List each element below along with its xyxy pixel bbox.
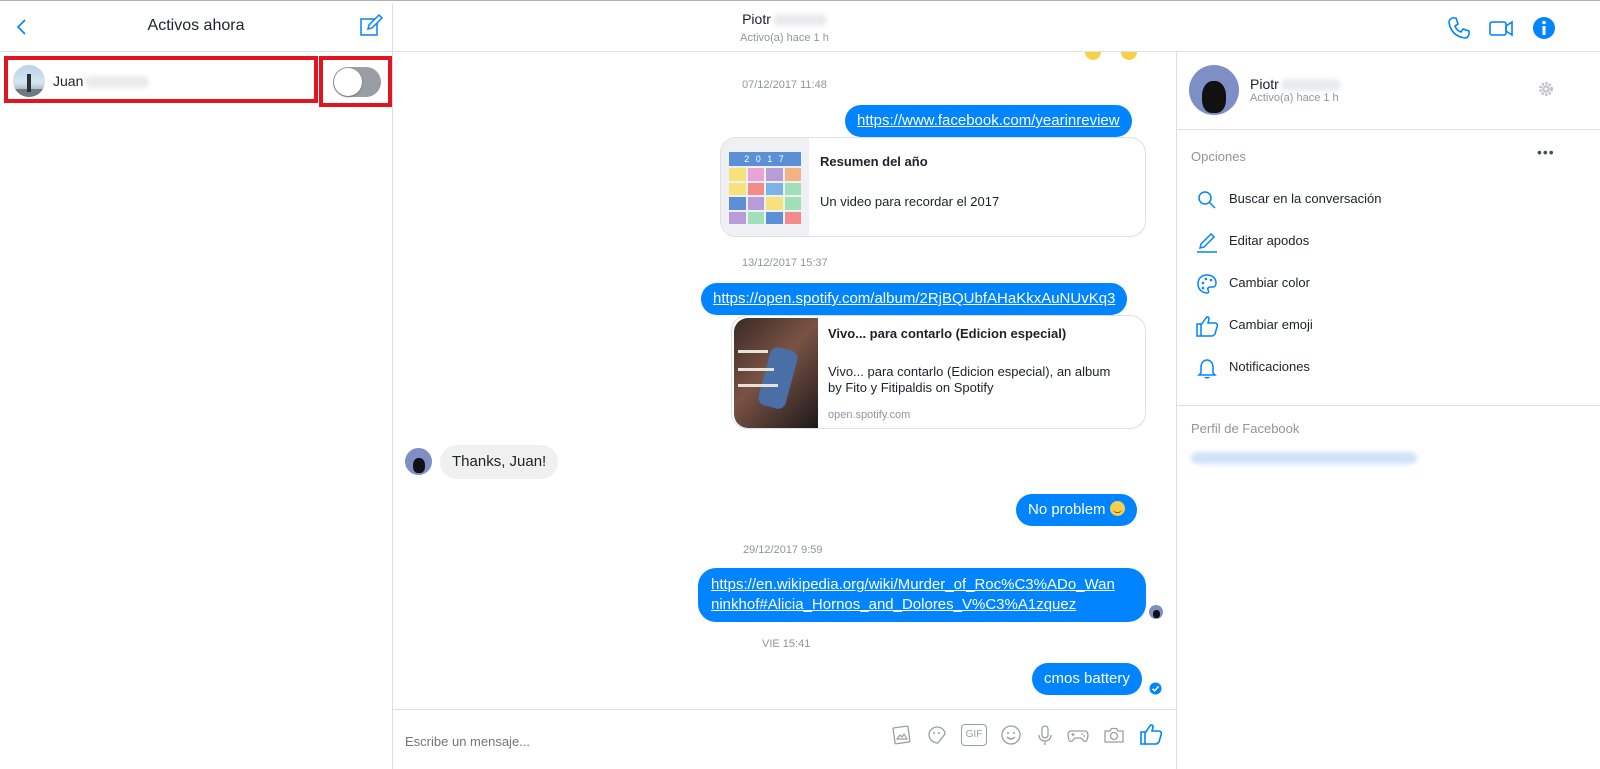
- smile-emoji-icon: [1109, 501, 1125, 516]
- blurred-surname: [85, 76, 150, 89]
- emoji-icon[interactable]: [999, 723, 1023, 747]
- outgoing-message[interactable]: https://www.facebook.com/yearinreview: [845, 105, 1132, 137]
- profile-avatar[interactable]: [1189, 65, 1239, 115]
- delivered-check-icon: [1149, 682, 1162, 695]
- conversation-header: Piotr Activo(a) hace 1 h: [393, 3, 1600, 52]
- video-camera-icon[interactable]: [1488, 15, 1514, 41]
- avatar[interactable]: [405, 448, 432, 475]
- blurred-surname: [772, 14, 827, 27]
- image-gallery-icon[interactable]: [889, 723, 913, 747]
- edit-nicknames-option[interactable]: Editar apodos: [1191, 227, 1591, 257]
- pencil-icon: [1197, 232, 1217, 253]
- outgoing-message[interactable]: https://en.wikipedia.org/wiki/Murder_of_…: [698, 568, 1146, 622]
- toggle-knob: [334, 68, 362, 96]
- link-preview-card[interactable]: Vivo... para contarlo (Edicion especial)…: [731, 315, 1146, 429]
- info-icon[interactable]: [1531, 15, 1557, 41]
- timestamp: 07/12/2017 11:48: [742, 79, 827, 91]
- option-label: Buscar en la conversación: [1229, 191, 1382, 206]
- profile-status: Activo(a) hace 1 h: [1250, 92, 1339, 104]
- outgoing-message[interactable]: https://open.spotify.com/album/2RjBQUbfA…: [701, 283, 1128, 315]
- thumbs-up-icon: [1196, 316, 1219, 337]
- more-options-button[interactable]: •••: [1537, 144, 1555, 160]
- conversation-info-panel: Piotr Activo(a) hace 1 h Opciones ••• Bu…: [1176, 52, 1600, 769]
- link-preview-domain: open.spotify.com: [828, 409, 911, 421]
- conversation-panel: Piotr Activo(a) hace 1 h 07/12/2017 11:4…: [393, 3, 1600, 769]
- link-preview-title: Resumen del año: [820, 154, 928, 169]
- message-list[interactable]: 07/12/2017 11:48 https://www.facebook.co…: [393, 52, 1176, 709]
- timestamp: VIE 15:41: [762, 638, 811, 650]
- gear-icon[interactable]: [1537, 80, 1555, 98]
- divider: [1177, 129, 1600, 130]
- album-cover-image: [734, 318, 818, 428]
- conversation-title: Piotr: [393, 11, 1176, 27]
- timestamp: 29/12/2017 9:59: [743, 544, 823, 556]
- phone-icon[interactable]: [1446, 15, 1472, 41]
- bell-icon: [1197, 359, 1217, 379]
- emoji-icon: [1121, 52, 1137, 60]
- calendar-grid: [729, 168, 801, 224]
- thumbs-up-icon[interactable]: [1138, 721, 1164, 747]
- link-preview-title: Vivo... para contarlo (Edicion especial): [828, 326, 1067, 341]
- facebook-profile-link[interactable]: [1191, 452, 1417, 464]
- notifications-option[interactable]: Notificaciones: [1191, 353, 1591, 383]
- active-now-header: Activos ahora: [0, 3, 392, 52]
- emoji-icon: [1085, 52, 1101, 60]
- message-link[interactable]: ninkhof#Alicia_Hornos_and_Dolores_V%C3%A…: [711, 595, 1133, 615]
- palette-icon: [1197, 274, 1217, 294]
- facebook-profile-title: Perfil de Facebook: [1191, 421, 1300, 436]
- message-input[interactable]: [405, 734, 855, 749]
- active-user-name-wrap: Juan: [53, 73, 150, 89]
- incoming-message[interactable]: Thanks, Juan!: [440, 445, 559, 479]
- message-text: No problem: [1028, 501, 1106, 518]
- active-user-name: Juan: [53, 73, 84, 89]
- compose-icon[interactable]: [358, 13, 384, 39]
- calendar-year: 2 0 1 7: [729, 152, 801, 166]
- active-status-toggle[interactable]: [333, 67, 381, 97]
- outgoing-message[interactable]: cmos battery: [1032, 663, 1142, 695]
- option-label: Cambiar color: [1229, 275, 1310, 290]
- message-link[interactable]: https://www.facebook.com/yearinreview: [857, 112, 1120, 129]
- avatar: [13, 65, 45, 97]
- divider: [1177, 405, 1600, 406]
- option-label: Cambiar emoji: [1229, 317, 1313, 332]
- conversation-name: Piotr: [742, 11, 771, 27]
- options-title: Opciones: [1191, 149, 1246, 164]
- active-status-toggle-highlight: [319, 56, 392, 107]
- option-label: Editar apodos: [1229, 233, 1310, 248]
- album-text-stroke: [738, 350, 768, 353]
- change-color-option[interactable]: Cambiar color: [1191, 269, 1591, 299]
- microphone-icon[interactable]: [1033, 723, 1057, 747]
- album-text-stroke: [738, 368, 774, 371]
- timestamp: 13/12/2017 15:37: [742, 257, 828, 269]
- message-link[interactable]: https://en.wikipedia.org/wiki/Murder_of_…: [711, 575, 1133, 595]
- link-preview-card[interactable]: 2 0 1 7 Resumen del año Un video para re…: [720, 137, 1146, 237]
- profile-name: Piotr: [1250, 76, 1279, 92]
- active-user-row[interactable]: Juan: [4, 56, 318, 103]
- message-composer: GIF: [393, 709, 1176, 769]
- message-link[interactable]: https://open.spotify.com/album/2RjBQUbfA…: [713, 290, 1115, 307]
- option-label: Notificaciones: [1229, 359, 1310, 374]
- link-preview-description: Vivo... para contarlo (Edicion especial)…: [828, 364, 1111, 379]
- search-icon: [1198, 191, 1216, 209]
- sticker-icon[interactable]: [925, 723, 949, 747]
- active-now-title: Activos ahora: [147, 17, 245, 34]
- conversation-status: Activo(a) hace 1 h: [740, 32, 829, 44]
- change-emoji-option[interactable]: Cambiar emoji: [1191, 311, 1591, 341]
- album-text-stroke: [738, 384, 778, 387]
- seen-avatar: [1149, 605, 1163, 619]
- profile-name-wrap: Piotr: [1250, 76, 1341, 92]
- album-figure: [756, 345, 800, 411]
- camera-icon[interactable]: [1102, 723, 1126, 747]
- outgoing-message[interactable]: No problem: [1016, 494, 1137, 526]
- calendar-thumbnail: 2 0 1 7: [721, 138, 809, 236]
- blurred-surname: [1280, 79, 1341, 92]
- gif-icon[interactable]: GIF: [961, 724, 987, 746]
- link-preview-description: by Fito y Fitipaldis on Spotify: [828, 380, 994, 395]
- search-conversation-option[interactable]: Buscar en la conversación: [1191, 185, 1591, 215]
- game-controller-icon[interactable]: [1066, 723, 1090, 747]
- active-now-panel: Activos ahora Juan: [0, 3, 393, 769]
- link-preview-description: Un video para recordar el 2017: [820, 194, 1000, 209]
